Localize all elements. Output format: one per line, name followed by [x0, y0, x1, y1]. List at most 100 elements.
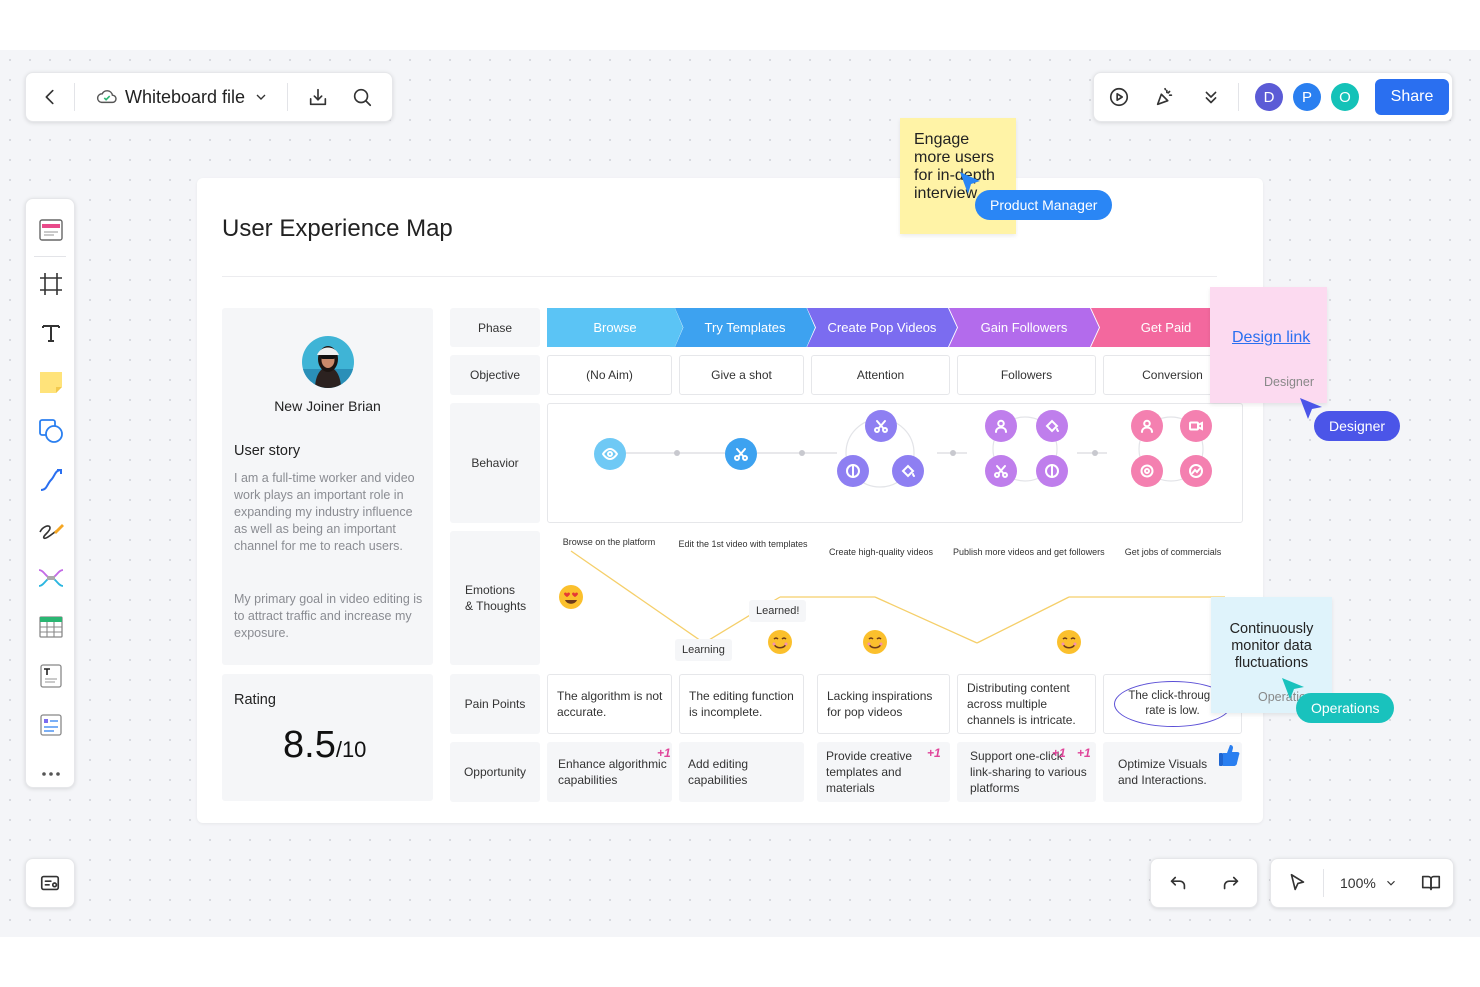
- plus-one-reaction[interactable]: +1: [927, 746, 941, 760]
- emotion-note-learning[interactable]: Learning: [675, 639, 732, 661]
- chevron-down-icon: [256, 94, 266, 100]
- zoom-dropdown[interactable]: 100%: [1340, 875, 1398, 891]
- row-label-emotions: Emotions & Thoughts: [450, 531, 540, 665]
- objective-cell[interactable]: (No Aim): [547, 355, 672, 395]
- pain-point-cell[interactable]: The algorithm is not accurate.: [547, 674, 672, 734]
- pain-point-cell[interactable]: Lacking inspirations for pop videos: [817, 674, 950, 734]
- doc-tool[interactable]: [26, 651, 76, 700]
- pointer-icon: [1290, 873, 1305, 891]
- rating-label: Rating: [234, 692, 276, 708]
- template-icon: [39, 218, 63, 241]
- divider: [34, 256, 66, 257]
- design-link[interactable]: Design link: [1232, 329, 1310, 347]
- pen-tool[interactable]: [26, 504, 76, 553]
- more-tools-button[interactable]: [26, 749, 76, 798]
- scissors-icon: [985, 455, 1017, 487]
- plus-one-reaction[interactable]: +1: [1077, 746, 1091, 760]
- text-tool[interactable]: [26, 308, 76, 357]
- objective-cell[interactable]: Give a shot: [679, 355, 804, 395]
- search-button[interactable]: [340, 72, 384, 122]
- phase-gain-followers[interactable]: Gain Followers: [949, 308, 1099, 347]
- opportunity-cell[interactable]: Enhance algorithmic capabilities: [547, 742, 672, 802]
- persona-avatar: [302, 336, 354, 388]
- rating-value: 8.5/10: [283, 724, 366, 767]
- table-tool[interactable]: [26, 602, 76, 651]
- embed-tool[interactable]: [26, 700, 76, 749]
- rating-card[interactable]: Rating 8.5/10: [222, 674, 433, 801]
- sticky-signature: Designer: [1263, 375, 1314, 389]
- row-label-opportunity: Opportunity: [450, 742, 540, 802]
- embed-card-icon: [40, 713, 62, 736]
- zoom-level: 100%: [1340, 875, 1376, 891]
- plus-one-reaction[interactable]: +1: [657, 746, 671, 760]
- party-popper-icon: [1156, 87, 1173, 106]
- text-icon: [42, 324, 60, 342]
- book-view-button[interactable]: [1410, 858, 1452, 908]
- mindmap-tool[interactable]: [26, 553, 76, 602]
- file-title-dropdown[interactable]: Whiteboard file: [95, 87, 269, 108]
- user-icon: [985, 410, 1017, 442]
- template-tool[interactable]: [26, 205, 76, 254]
- zoom-toolbar: 100%: [1270, 858, 1454, 908]
- avatar[interactable]: D: [1255, 83, 1283, 111]
- user-story-heading: User story: [234, 443, 301, 459]
- history-toolbar: [1150, 858, 1258, 908]
- present-button[interactable]: [1096, 72, 1142, 122]
- sticky-note-tool[interactable]: [26, 357, 76, 406]
- opportunity-cell[interactable]: Add editing capabilities: [679, 742, 804, 802]
- whiteboard-canvas[interactable]: Whiteboard file D P O Share User Experie…: [0, 50, 1480, 937]
- divider: [74, 83, 75, 111]
- smile-face-icon: [863, 630, 887, 654]
- download-button[interactable]: [296, 72, 340, 122]
- persona-card[interactable]: New Joiner Brian User story I am a full-…: [222, 308, 433, 665]
- more-collapse-button[interactable]: [1188, 72, 1234, 122]
- chevron-left-icon: [45, 89, 54, 105]
- undo-button[interactable]: [1151, 858, 1204, 908]
- scissors-icon: [865, 410, 897, 442]
- back-button[interactable]: [26, 72, 74, 122]
- contrast-icon: [837, 455, 869, 487]
- cursor-label-product-manager: Product Manager: [975, 190, 1113, 220]
- objective-cell[interactable]: Followers: [957, 355, 1096, 395]
- redo-icon: [1223, 876, 1238, 890]
- frame-tool[interactable]: [26, 259, 76, 308]
- avatar[interactable]: P: [1293, 83, 1321, 111]
- connector-tool[interactable]: [26, 455, 76, 504]
- table-icon: [39, 615, 63, 638]
- cursor-icon: [960, 172, 980, 194]
- minimap-button[interactable]: [25, 858, 75, 908]
- thumbs-up-icon[interactable]: [1217, 742, 1241, 768]
- opportunity-cell[interactable]: Support one-click link-sharing to variou…: [957, 742, 1096, 802]
- phase-browse[interactable]: Browse: [547, 308, 683, 347]
- search-icon: [353, 88, 372, 107]
- more-horizontal-icon: [42, 771, 60, 776]
- phase-try-templates[interactable]: Try Templates: [675, 308, 815, 347]
- celebrate-button[interactable]: [1142, 72, 1188, 122]
- plus-one-reaction[interactable]: +1: [1052, 746, 1066, 760]
- trend-chart-icon: [1180, 455, 1212, 487]
- file-toolbar: Whiteboard file: [25, 72, 393, 122]
- share-button[interactable]: Share: [1375, 79, 1449, 115]
- objective-cell[interactable]: Attention: [811, 355, 950, 395]
- mindmap-icon: [38, 568, 64, 587]
- phase-create-pop-videos[interactable]: Create Pop Videos: [807, 308, 957, 347]
- shape-tool[interactable]: [26, 406, 76, 455]
- play-icon: [1109, 87, 1129, 107]
- divider: [222, 276, 1217, 277]
- pain-point-cell[interactable]: The editing function is incomplete.: [679, 674, 804, 734]
- user-story-text: I am a full-time worker and video work p…: [234, 471, 415, 553]
- ux-map-board[interactable]: User Experience Map New Joiner Brian Use…: [197, 178, 1263, 823]
- sticky-note-designer[interactable]: Design link Designer: [1210, 287, 1327, 403]
- select-tool-button[interactable]: [1271, 858, 1323, 908]
- frame-icon: [40, 272, 62, 295]
- pain-point-cell[interactable]: Distributing content across multiple cha…: [957, 674, 1096, 734]
- book-open-icon: [1421, 875, 1440, 891]
- eye-icon: [594, 438, 626, 470]
- map-settings-icon: [40, 875, 60, 891]
- paint-bucket-icon: [1036, 410, 1068, 442]
- row-label-phase: Phase: [450, 308, 540, 347]
- emotion-note-learned[interactable]: Learned!: [749, 600, 807, 622]
- redo-button[interactable]: [1204, 858, 1257, 908]
- avatar[interactable]: O: [1331, 83, 1359, 111]
- divider: [287, 83, 289, 111]
